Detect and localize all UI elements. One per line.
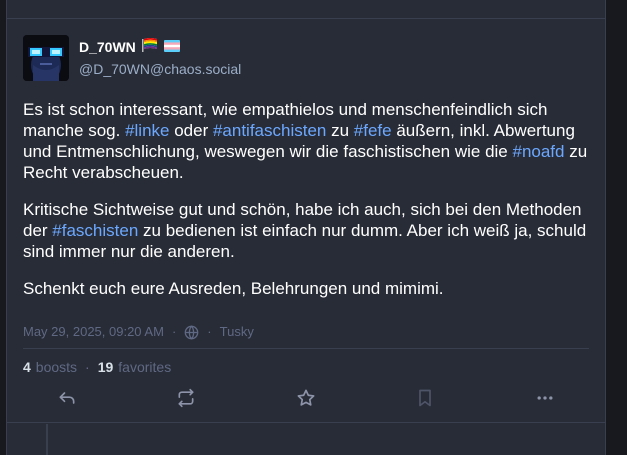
- separator: ·: [207, 324, 212, 339]
- hashtag-link[interactable]: #fefe: [354, 121, 392, 140]
- action-bar: [7, 373, 605, 423]
- timeline-column: D_70WN @D_70WN@chaos.social Es ist schon…: [6, 0, 606, 455]
- boost-button[interactable]: [174, 386, 198, 410]
- content-paragraph: Schenkt euch eure Ausreden, Belehrungen …: [23, 278, 593, 299]
- content-text: Schenkt euch eure Ausreden, Belehrungen …: [23, 279, 444, 298]
- avatar[interactable]: [23, 35, 69, 81]
- more-button[interactable]: [533, 386, 557, 410]
- hashtag-link[interactable]: #noafd: [512, 142, 564, 161]
- reply-icon: [59, 392, 75, 404]
- hashtag-link[interactable]: #faschisten: [52, 221, 138, 240]
- display-name-text: D_70WN: [79, 39, 136, 55]
- timestamp-link[interactable]: May 29, 2025, 09:20 AM: [23, 323, 164, 341]
- status-content: Es ist schon interessant, wie empathielo…: [23, 99, 593, 315]
- favorite-button[interactable]: [294, 386, 318, 410]
- bookmark-icon: [419, 389, 431, 407]
- hashtag-link[interactable]: #antifaschisten: [213, 121, 326, 140]
- bookmark-button[interactable]: [413, 386, 437, 410]
- star-icon: [297, 389, 315, 406]
- globe-icon: [184, 324, 199, 340]
- previous-status[interactable]: [7, 0, 605, 19]
- content-paragraph: Es ist schon interessant, wie empathielo…: [23, 99, 593, 183]
- reply-button[interactable]: [55, 386, 79, 410]
- status-detail: D_70WN @D_70WN@chaos.social Es ist schon…: [7, 19, 605, 392]
- status-meta: May 29, 2025, 09:20 AM · · Tusky: [23, 323, 254, 341]
- hashtag-link[interactable]: #linke: [125, 121, 169, 140]
- display-name[interactable]: D_70WN: [79, 38, 180, 56]
- account-handle[interactable]: @D_70WN@chaos.social: [79, 60, 241, 78]
- content-text: zu: [326, 121, 354, 140]
- trans-flag-icon: [163, 38, 180, 56]
- thread-line: [46, 424, 48, 455]
- rainbow-flag-icon: [141, 38, 158, 56]
- more-icon: [537, 396, 553, 400]
- boost-icon: [178, 388, 194, 408]
- next-status[interactable]: [7, 424, 605, 455]
- application-link[interactable]: Tusky: [220, 323, 254, 341]
- divider: [23, 348, 589, 349]
- separator: ·: [171, 324, 177, 339]
- content-text: oder: [169, 121, 213, 140]
- content-paragraph: Kritische Sichtweise gut und schön, habe…: [23, 199, 593, 262]
